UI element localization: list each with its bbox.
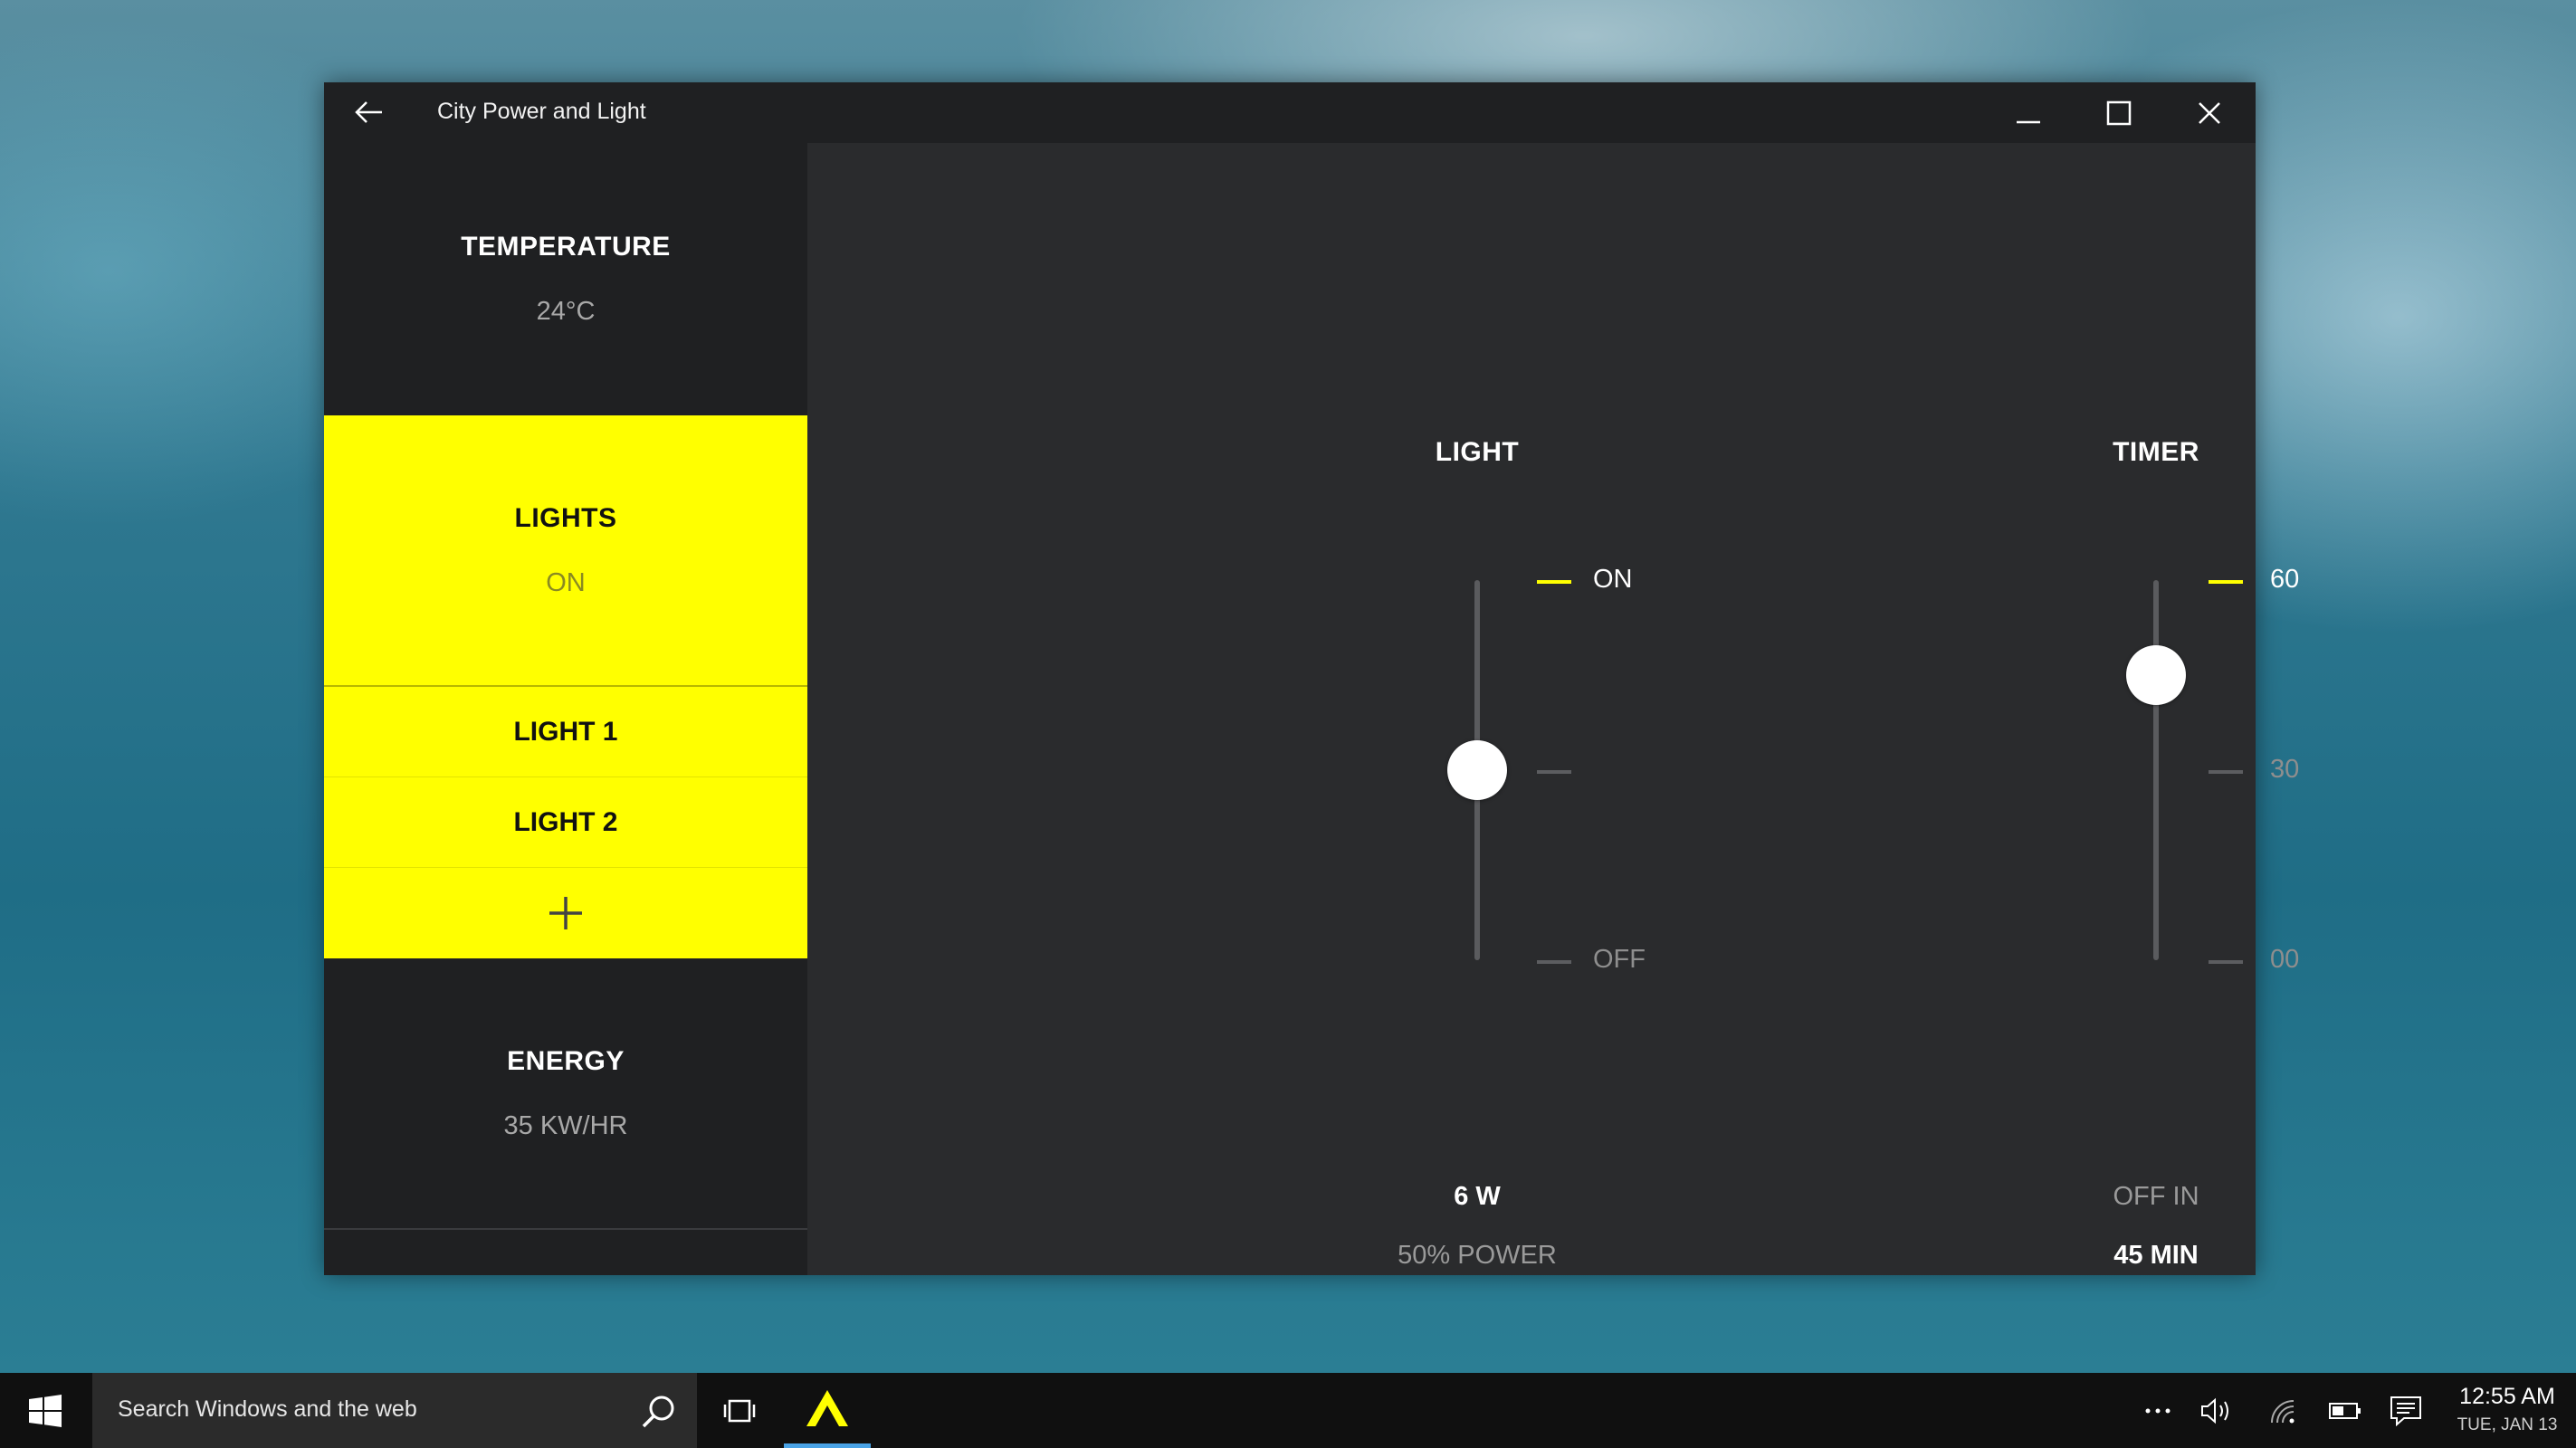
light-tick-mid	[1537, 770, 1571, 774]
taskbar-clock[interactable]: 12:55 AM TUE, JAN 13	[2444, 1384, 2571, 1435]
search-placeholder: Search Windows and the web	[118, 1396, 417, 1422]
light-wattage: 6 W	[1454, 1182, 1501, 1211]
timer-tick-60	[2209, 580, 2243, 584]
clock-date: TUE, JAN 13	[2457, 1415, 2558, 1434]
speaker-icon	[2201, 1397, 2228, 1424]
taskbar-search-box[interactable]: Search Windows and the web	[92, 1373, 697, 1448]
close-icon	[2199, 101, 2220, 124]
search-icon[interactable]	[635, 1389, 681, 1434]
timer-slider-thumb[interactable]	[2126, 645, 2186, 705]
back-arrow-icon	[355, 101, 382, 123]
timer-tick-30	[2209, 770, 2243, 774]
light-tick-off	[1537, 960, 1571, 964]
maximize-icon	[2106, 100, 2132, 125]
main-panel: LIGHT ON OFF 6 W 50% POWER TIMER 60 30 0…	[807, 143, 2299, 1275]
sidebar-item-light-1[interactable]: LIGHT 1	[324, 687, 807, 777]
start-button[interactable]	[0, 1373, 91, 1448]
light-tick-label-on: ON	[1593, 565, 1633, 594]
window-title: City Power and Light	[437, 99, 646, 124]
sidebar-item-light-2[interactable]: LIGHT 2	[324, 777, 807, 868]
light-1-label: LIGHT 1	[513, 716, 618, 747]
sidebar-item-lights[interactable]: LIGHTS ON	[324, 415, 807, 687]
app-window: City Power and Light TEMPERATURE 24°C LI…	[324, 82, 2299, 1275]
timer-tick-00	[2209, 960, 2243, 964]
minimize-icon	[2017, 120, 2040, 123]
timer-tick-label-30: 30	[2270, 755, 2300, 784]
light-2-label: LIGHT 2	[513, 806, 618, 837]
taskbar: Search Windows and the web 12:55 AM TUE,…	[0, 1373, 2576, 1448]
notification-icon	[2390, 1396, 2421, 1426]
back-button[interactable]	[342, 90, 396, 135]
timer-off-in-label: OFF IN	[2113, 1182, 2199, 1211]
temperature-value: 24°C	[536, 297, 596, 326]
timer-tick-label-00: 00	[2270, 945, 2300, 974]
close-button[interactable]	[2164, 82, 2255, 143]
title-bar: City Power and Light	[324, 82, 2256, 143]
light-slider-thumb[interactable]	[1447, 740, 1507, 800]
energy-value: 35 KW/HR	[503, 1110, 628, 1140]
maximize-button[interactable]	[2074, 82, 2164, 143]
wifi-icon	[2271, 1399, 2295, 1423]
timer-remaining-value: 45 MIN	[2113, 1241, 2199, 1270]
timer-panel-title: TIMER	[2113, 437, 2199, 467]
lights-value: ON	[546, 567, 586, 597]
plus-icon	[549, 897, 582, 929]
tray-overflow-button[interactable]	[2138, 1373, 2178, 1448]
task-view-button[interactable]	[711, 1373, 768, 1448]
more-dots-icon	[2145, 1408, 2171, 1413]
timer-slider-track[interactable]	[2153, 580, 2159, 960]
battery-icon	[2329, 1402, 2361, 1419]
sidebar: TEMPERATURE 24°C LIGHTS ON LIGHT 1 LIGHT…	[324, 143, 807, 1275]
tray-network-button[interactable]	[2261, 1373, 2304, 1448]
light-power-percent: 50% POWER	[1398, 1241, 1557, 1270]
light-tick-label-off: OFF	[1593, 945, 1646, 974]
task-view-icon	[723, 1399, 756, 1422]
light-tick-on	[1537, 580, 1571, 584]
tray-battery-button[interactable]	[2323, 1373, 2368, 1448]
add-light-button[interactable]	[324, 868, 807, 958]
temperature-title: TEMPERATURE	[461, 232, 671, 262]
timer-tick-label-60: 60	[2270, 565, 2300, 594]
tray-action-center-button[interactable]	[2382, 1373, 2429, 1448]
minimize-button[interactable]	[1983, 82, 2074, 143]
taskbar-app-city-power[interactable]	[784, 1373, 871, 1448]
light-panel-title: LIGHT	[1435, 437, 1520, 467]
windows-logo-icon	[29, 1394, 62, 1427]
sidebar-item-temperature[interactable]: TEMPERATURE 24°C	[324, 143, 807, 415]
app-logo-icon	[806, 1390, 848, 1426]
energy-title: ENERGY	[507, 1045, 625, 1076]
lights-title: LIGHTS	[514, 502, 617, 533]
sidebar-item-energy[interactable]: ENERGY 35 KW/HR	[324, 958, 807, 1230]
tray-volume-button[interactable]	[2195, 1373, 2240, 1448]
clock-time: 12:55 AM	[2459, 1384, 2555, 1409]
